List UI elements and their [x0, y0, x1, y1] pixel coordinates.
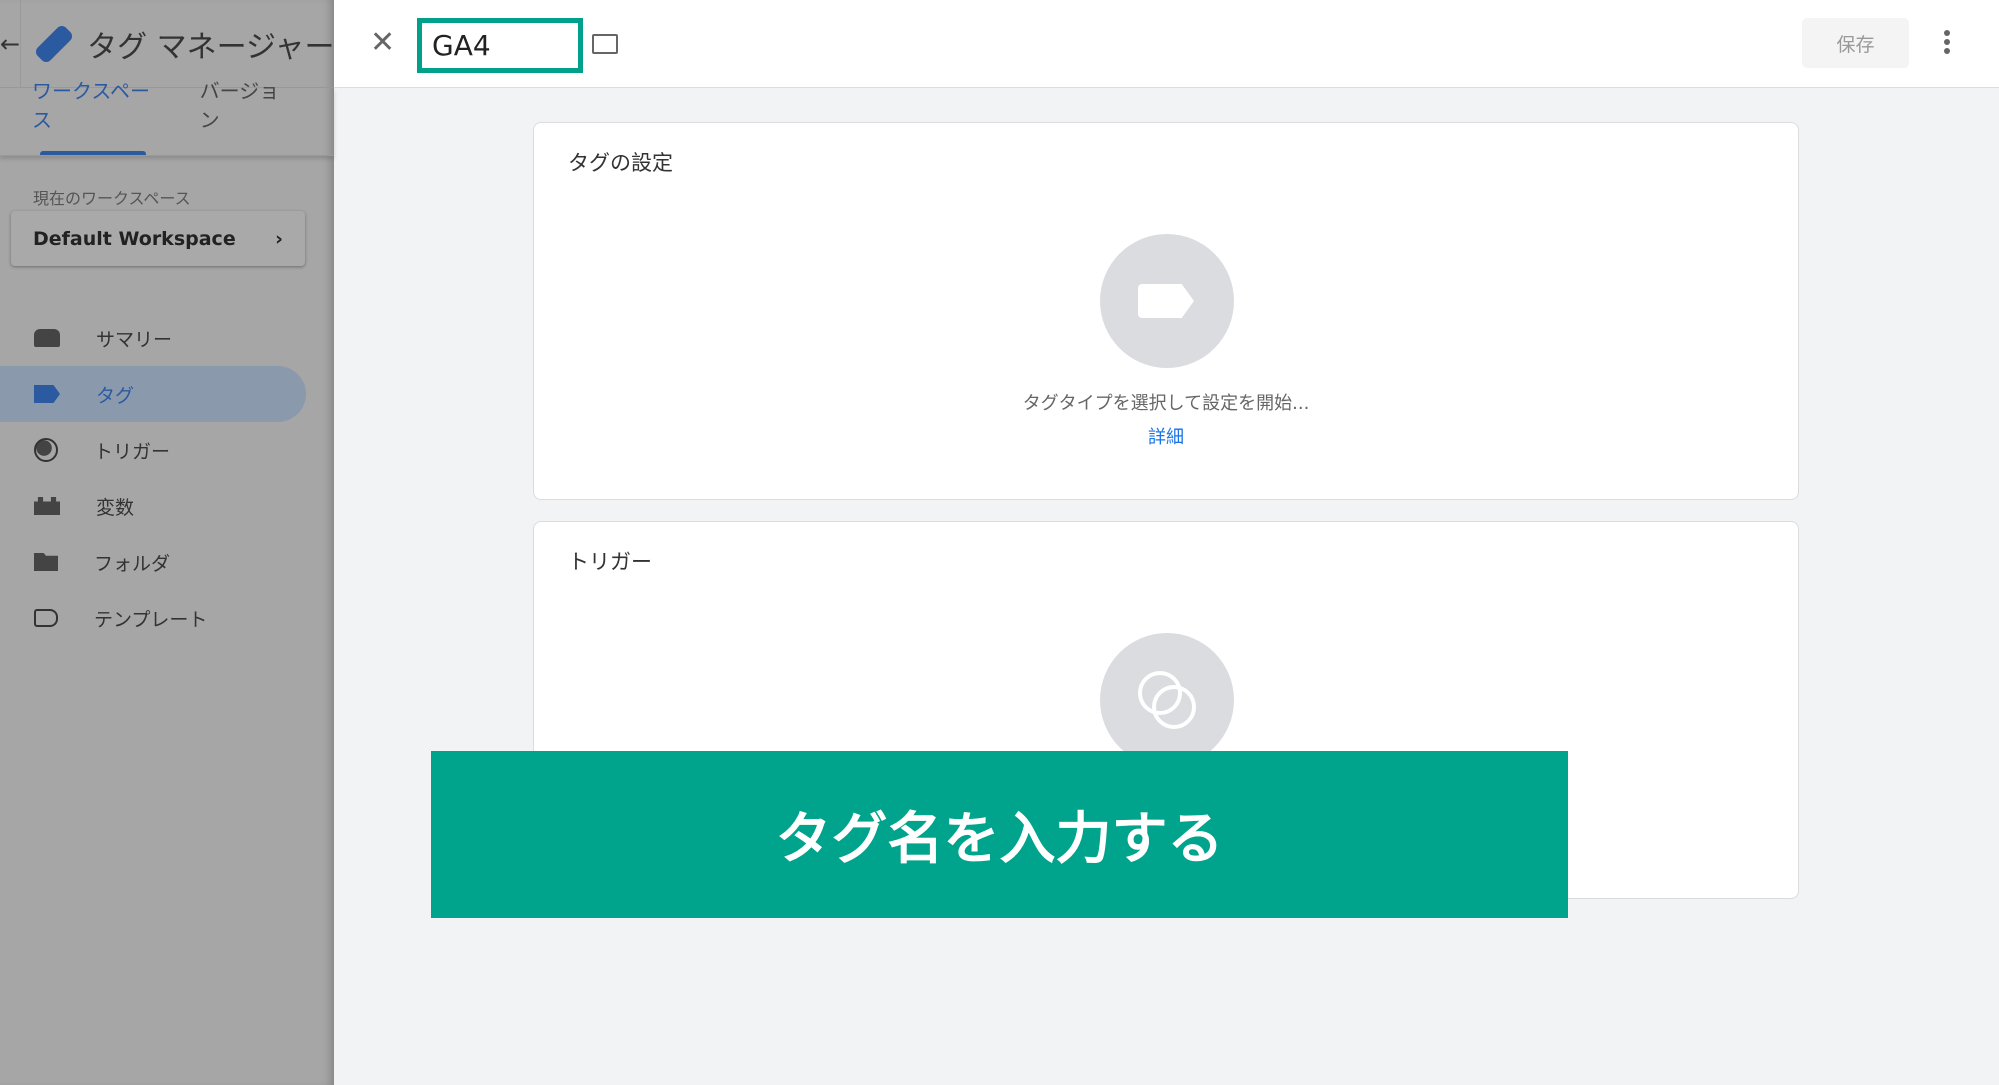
- close-icon[interactable]: ✕: [370, 28, 395, 58]
- tag-icon: [34, 385, 60, 403]
- tag-type-hint: タグタイプを選択して設定を開始...: [1022, 393, 1310, 414]
- instruction-banner: タグ名を入力する: [431, 751, 1568, 918]
- card-title: トリガー: [568, 550, 652, 574]
- sidebar-item-label: トリガー: [94, 440, 171, 463]
- save-button[interactable]: 保存: [1802, 18, 1909, 68]
- summary-icon: [34, 329, 60, 347]
- card-title: タグの設定: [568, 151, 673, 175]
- app-title: タグ マネージャー: [87, 29, 335, 65]
- tag-config-card[interactable]: タグの設定 タグタイプを選択して設定を開始... 詳細: [533, 122, 1799, 500]
- workspace-selector[interactable]: Default Workspace ›: [11, 211, 305, 266]
- sidebar-item-templates[interactable]: テンプレート: [0, 590, 306, 646]
- gtm-logo: [33, 22, 75, 65]
- workspace-label: 現在のワークスペース: [33, 189, 191, 208]
- template-icon: [34, 609, 58, 627]
- sidebar-item-label: 変数: [96, 496, 135, 519]
- back-arrow-icon[interactable]: ←: [0, 0, 22, 88]
- sidebar-item-label: テンプレート: [94, 608, 208, 631]
- editor-header: [334, 0, 1999, 88]
- sidebar-item-variables[interactable]: 変数: [0, 478, 306, 534]
- sidebar-item-label: サマリー: [96, 328, 173, 351]
- folder-icon: [34, 553, 58, 571]
- tab-workspace[interactable]: ワークスペース: [32, 75, 154, 155]
- sidebar-item-label: フォルダ: [94, 552, 171, 575]
- tag-name-input[interactable]: GA4: [417, 18, 583, 73]
- folder-icon[interactable]: [592, 34, 618, 54]
- tab-versions[interactable]: バージョン: [200, 75, 288, 155]
- more-vert-icon[interactable]: [1944, 30, 1950, 57]
- sidebar-item-folders[interactable]: フォルダ: [0, 534, 306, 590]
- workspace-name: Default Workspace: [33, 227, 236, 250]
- tag-icon: [1138, 284, 1194, 318]
- sidebar-item-tags[interactable]: タグ: [0, 366, 306, 422]
- sidebar-item-triggers[interactable]: トリガー: [0, 422, 306, 478]
- trigger-placeholder[interactable]: [1100, 633, 1234, 767]
- sidebar-item-label: タグ: [96, 384, 135, 407]
- variables-icon: [34, 497, 60, 515]
- learn-more-link[interactable]: 詳細: [534, 423, 1798, 449]
- trigger-icon: [34, 438, 58, 462]
- chevron-right-icon: ›: [275, 227, 283, 250]
- tag-type-placeholder[interactable]: [1100, 234, 1234, 368]
- trigger-icon-circle: [1152, 685, 1196, 729]
- sidebar-item-summary[interactable]: サマリー: [0, 310, 306, 366]
- sidebar: ← タグ マネージャー ワークスペース バージョン 現在のワークスペース Def…: [0, 0, 335, 1085]
